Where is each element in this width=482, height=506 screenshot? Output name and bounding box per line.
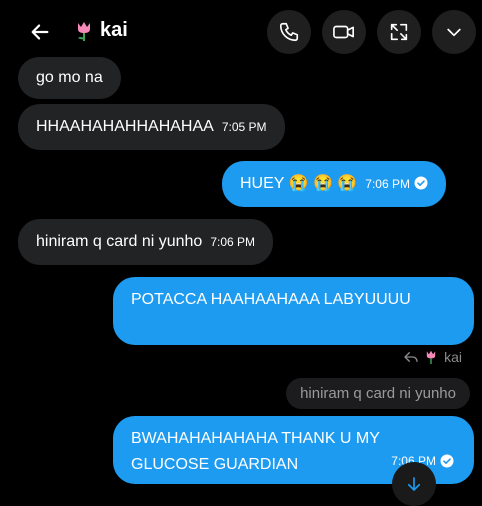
message-text: HUEY 😭 😭 😭 — [240, 175, 358, 192]
video-call-button[interactable] — [322, 10, 366, 54]
message-text: go mo na — [36, 69, 103, 86]
message-time: 7:06 PM — [210, 235, 256, 249]
expand-icon — [390, 23, 408, 41]
message-bubble-outgoing[interactable]: HUEY 😭 😭 😭 7:06 PM — [222, 161, 446, 207]
message-time: 7:05 PM — [221, 120, 267, 134]
tulip-emoji-icon — [78, 21, 90, 41]
expand-button[interactable] — [377, 10, 421, 54]
message-text: HHAAHAHAHHAHAHAA — [36, 118, 214, 135]
contact-name: kai — [100, 19, 128, 41]
message-text: BWAHAHAHAHAHA THANK U MY GLUCOSE GUARDIA… — [131, 430, 380, 473]
call-button[interactable] — [267, 10, 311, 54]
message-text: hiniram q card ni yunho — [36, 233, 203, 250]
read-check-icon — [414, 176, 428, 190]
quoted-text: hiniram q card ni yunho — [300, 385, 456, 402]
read-check-icon — [440, 454, 454, 468]
reply-arrow-icon — [404, 352, 418, 362]
reply-label: kai — [444, 349, 462, 365]
message-text: POTACCA HAAHAAHAAA LABYUUUU — [131, 291, 411, 308]
message-bubble-incoming[interactable]: hiniram q card ni yunho 7:06 PM — [18, 219, 274, 265]
scroll-to-bottom-button[interactable] — [392, 462, 436, 506]
reply-indicator: kai — [404, 349, 462, 365]
tulip-emoji-icon — [426, 350, 436, 364]
message-time: 7:06 PM — [365, 177, 410, 191]
back-button[interactable] — [26, 18, 54, 46]
more-button[interactable] — [432, 10, 476, 54]
phone-icon — [279, 22, 299, 42]
message-bubble-outgoing[interactable]: POTACCA HAAHAAHAAA LABYUUUU — [113, 277, 474, 345]
back-arrow-icon — [31, 24, 49, 40]
message-bubble-incoming[interactable]: HHAAHAHAHHAHAHAA 7:05 PM — [18, 104, 285, 150]
arrow-down-icon — [407, 477, 421, 491]
video-icon — [333, 25, 354, 39]
message-bubble-incoming[interactable]: go mo na — [18, 57, 121, 99]
chevron-down-icon — [447, 28, 461, 37]
quoted-message[interactable]: hiniram q card ni yunho — [286, 378, 470, 409]
chat-header: kai — [0, 0, 482, 60]
chat-title[interactable]: kai — [74, 19, 128, 42]
